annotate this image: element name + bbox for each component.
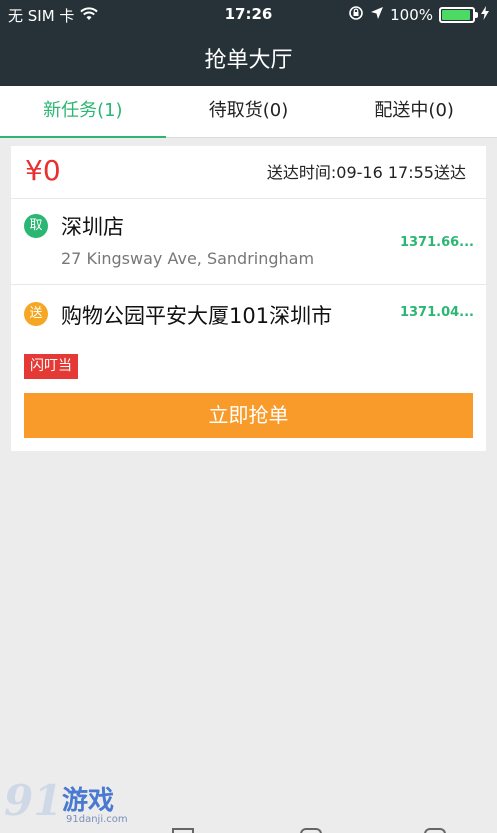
order-card[interactable]: ¥0 送达时间:09-16 17:55送达 取 深圳店 27 Kingsway … [11,146,486,451]
watermark-text: 游戏 [62,786,115,816]
order-price: ¥0 [25,154,61,187]
tab-delivering[interactable]: 配送中(0) [331,86,497,137]
dropoff-distance: 1371.04... [399,305,474,320]
pickup-icon: 取 [24,214,48,238]
delivery-time: 送达时间:09-16 17:55送达 [266,163,466,182]
page-title: 抢单大厅 [204,48,293,73]
order-price-row: ¥0 送达时间:09-16 17:55送达 [11,146,486,199]
watermark-number: 91 [4,776,63,825]
pickup-stop: 取 深圳店 27 Kingsway Ave, Sandringham 1371.… [11,199,486,285]
tabbar-icon-list [172,828,194,833]
dropoff-icon: 送 [24,302,48,326]
dropoff-name: 购物公园平安大厦101深圳市 [61,304,333,328]
rotation-lock-icon [348,5,364,25]
dropoff-stop: 送 购物公园平安大厦101深圳市 1371.04... [11,285,486,341]
tabbar-icon-map [300,828,322,833]
charging-icon [481,6,489,24]
battery-icon [439,7,478,23]
pickup-name: 深圳店 [61,215,124,239]
pickup-address: 27 Kingsway Ave, Sandringham [61,249,315,268]
pickup-distance: 1371.66... [399,235,474,250]
platform-tag: 闪叮当 [24,354,78,379]
status-right: 100% [348,5,489,25]
grab-order-button[interactable]: 立即抢单 [24,393,473,438]
tab-new-tasks[interactable]: 新任务(1) [0,86,166,138]
tabbar-icon-profile [424,828,446,833]
location-arrow-icon [370,6,384,24]
battery-percent: 100% [390,6,433,24]
status-bar: 无 SIM 卡 17:26 100% [0,0,497,28]
order-tabs: 新任务(1) 待取货(0) 配送中(0) [0,86,497,138]
watermark-logo: 91 游戏 91danji.com [4,776,144,828]
app-header: 无 SIM 卡 17:26 100% 抢单大厅 [0,0,497,86]
bottom-tabbar-edge [0,824,497,833]
tab-pending-pickup[interactable]: 待取货(0) [166,86,332,137]
